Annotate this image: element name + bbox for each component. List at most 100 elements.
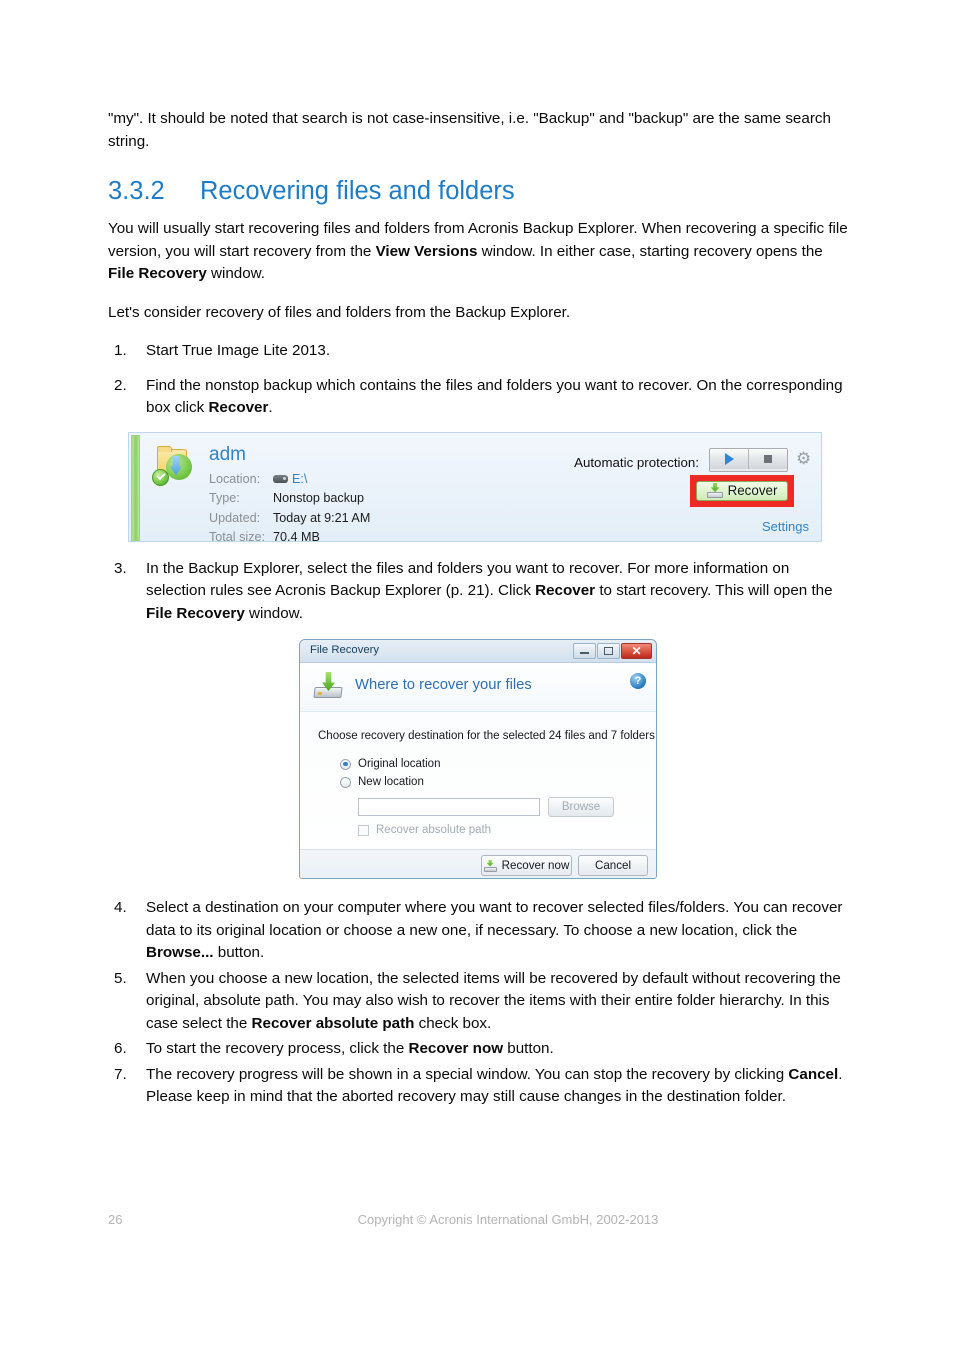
recover-absolute-path-checkbox[interactable] [358,824,369,836]
automatic-protection-controls [709,447,788,472]
steps-list-middle: 3. In the Backup Explorer, select the fi… [108,558,848,626]
recover-now-button[interactable]: Recover now [481,855,572,876]
file-recovery-emphasis: File Recovery [108,265,207,282]
step-text-1: When you choose a new location, the sele… [146,969,841,1032]
radio-new-location-input[interactable] [340,776,351,788]
status-indicator-bar [131,434,140,541]
total-size-value: 70.4 MB [273,530,320,544]
cancel-button[interactable]: Cancel [578,855,648,876]
step-marker: 7. [114,1065,127,1083]
list-item: 1. Start True Image Lite 2013. [108,340,848,363]
nonstop-backup-icon [152,445,196,488]
overview-paragraph: You will usually start recovering files … [108,218,848,286]
dialog-header-title: Where to recover your files [355,677,532,693]
recover-now-button-label: Recover now [501,859,570,872]
close-icon: ✕ [631,644,642,658]
page-title: 3.3.2 Recovering files and folders [108,174,848,208]
updated-label: Updated: [209,510,261,525]
overview-text-3: window. [206,265,266,282]
location-value[interactable]: E:\ [292,470,307,490]
dialog-footer: Recover now Cancel [300,849,656,878]
list-item: 5. When you choose a new location, the s… [108,968,848,1036]
step-text-2: to start recovery. This will open the [595,582,833,599]
backup-detail-location: Location: E:\ [209,470,370,490]
step-text-1: Select a destination on your computer wh… [146,899,843,939]
document-page: "my". It should be noted that search is … [0,0,954,1349]
drive-icon [273,474,288,483]
type-label: Type: [209,491,240,505]
dialog-prompt: Choose recovery destination for the sele… [318,730,657,742]
dialog-body: Choose recovery destination for the sele… [300,712,656,849]
recover-to-disk-icon [313,672,344,700]
list-item: 4. Select a destination on your computer… [108,897,848,965]
backup-detail-total-size: Total size: 70.4 MB [209,528,370,548]
radio-original-location-label: Original location [358,758,441,770]
step-text-1: The recovery progress will be shown in a… [146,1065,789,1083]
radio-new-location[interactable]: New location [340,776,424,788]
browse-button[interactable]: Browse [548,797,614,817]
play-button[interactable] [710,448,748,469]
gear-icon[interactable]: ⚙ [796,450,813,467]
total-size-label: Total size: [209,530,265,544]
list-item: 6. To start the recovery process, click … [108,1038,848,1061]
window-controls: ✕ [573,643,652,659]
automatic-protection-label: Automatic protection: [574,454,699,470]
backup-details: Location: E:\ Type: Nonstop backup Updat… [209,470,370,548]
type-value: Nonstop backup [273,491,365,505]
list-item: 3. In the Backup Explorer, select the fi… [108,558,848,626]
step-marker: 2. [114,376,127,394]
maximize-icon [604,647,613,655]
backup-box-figure: adm Location: E:\ Type: Nonstop backup U… [128,431,848,544]
radio-new-location-label: New location [358,776,424,788]
lead-in-paragraph: Let's consider recovery of files and fol… [108,303,571,321]
list-item: 7. The recovery progress will be shown i… [108,1064,848,1109]
minimize-icon [580,649,589,654]
radio-original-location[interactable]: Original location [340,758,440,770]
stop-button[interactable] [748,448,787,469]
dialog-titlebar: File Recovery ✕ [300,640,656,663]
step-emphasis: Recover absolute path [251,1014,415,1032]
step-emphasis: Browse... [146,944,214,961]
step-emphasis-1: Recover [535,582,596,599]
dialog-title: File Recovery [310,644,380,656]
play-icon [724,452,734,465]
steps-list-top: 1. Start True Image Lite 2013. 2. Find t… [108,340,848,420]
minimize-button[interactable] [573,643,596,659]
cancel-button-label: Cancel [594,859,632,872]
maximize-button[interactable] [597,643,620,659]
help-icon[interactable]: ? [630,673,646,689]
view-versions-emphasis: View Versions [375,242,478,260]
step-text-2: button. [213,944,265,961]
backup-name[interactable]: adm [209,444,246,466]
copyright-notice: Copyright © Acronis International GmbH, … [357,1212,659,1227]
step-emphasis: Cancel [788,1065,839,1083]
steps-list-bottom: 4. Select a destination on your computer… [108,897,848,1109]
overview-text-2: window. In either case, starting recover… [477,242,823,260]
backup-card[interactable]: adm Location: E:\ Type: Nonstop backup U… [128,431,822,544]
intro-paragraph: "my". It should be noted that search is … [108,110,831,150]
settings-link[interactable]: Settings [762,519,809,534]
step-marker: 3. [114,559,127,577]
page-footer: 26 Copyright © Acronis International Gmb… [108,1212,846,1232]
step-marker: 5. [114,969,127,987]
backup-detail-type: Type: Nonstop backup [209,489,370,509]
file-recovery-dialog-figure: File Recovery ✕ Where to recover your fi… [108,639,848,879]
dialog-header: Where to recover your files ? [300,663,656,712]
recover-icon [706,483,723,498]
step-text-3: window. [244,604,304,622]
recover-absolute-path-label: Recover absolute path [376,824,492,836]
step-emphasis: Recover now [408,1040,504,1057]
recover-absolute-path-row[interactable]: Recover absolute path [358,824,491,836]
close-button[interactable]: ✕ [621,643,652,659]
recover-button[interactable]: Recover [696,480,788,501]
location-label: Location: [209,471,261,486]
recover-now-icon [483,859,497,872]
recover-button-label: Recover [727,483,778,498]
section-number: 3.3.2 [108,177,165,205]
radio-original-location-input[interactable] [340,758,351,770]
backup-detail-updated: Updated: Today at 9:21 AM [209,509,370,529]
new-location-path-input[interactable] [358,798,540,816]
step-text-2: . [268,399,273,416]
